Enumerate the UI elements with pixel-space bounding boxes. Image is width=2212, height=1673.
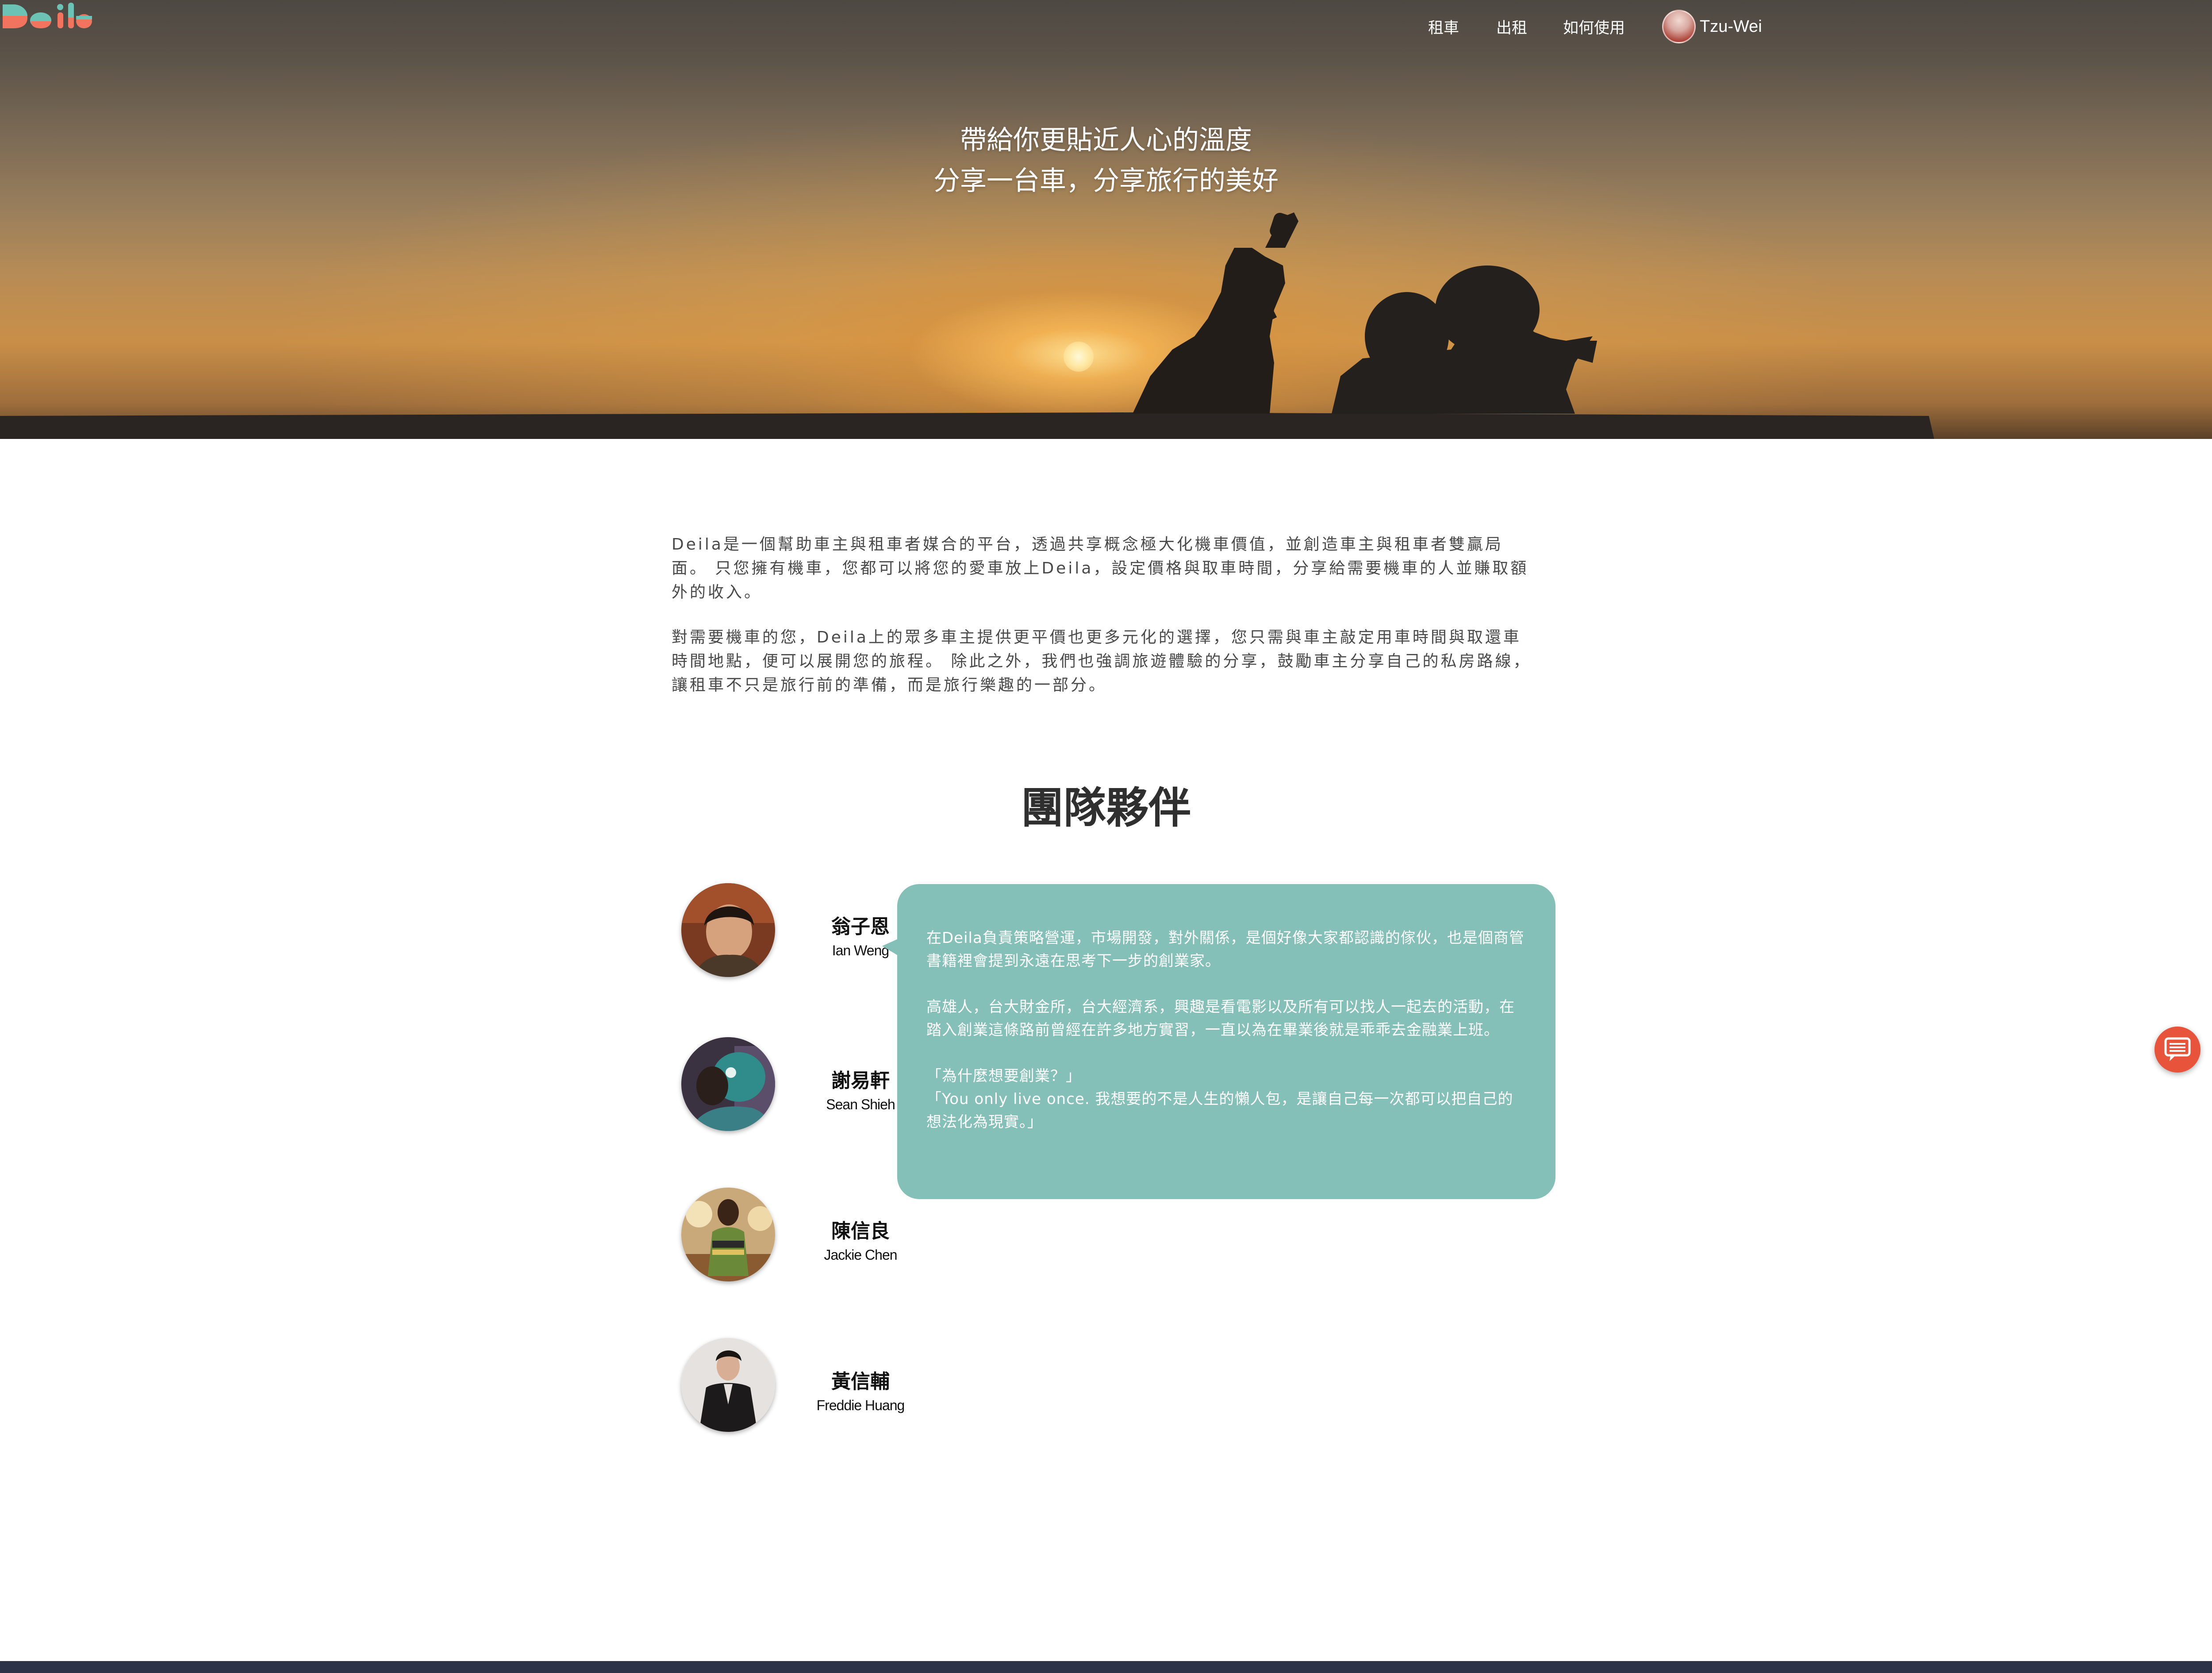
member-photo: [681, 1338, 775, 1432]
member-name-en: Sean Shieh: [826, 1096, 895, 1112]
hero-banner: 租車 出租 如何使用 Tzu-Wei 帶給你更貼近人心的溫度 分享一台車，分享旅…: [0, 0, 2212, 439]
chat-icon: [2164, 1037, 2191, 1061]
avatar[interactable]: [1662, 10, 1696, 43]
intro-paragraph-2: 對需要機車的您，Deila上的眾多車主提供更平價也更多元化的選擇，您只需與車主敲…: [672, 628, 1532, 694]
member-name-zh: 陳信良: [831, 1220, 890, 1242]
member-name-en: Freddie Huang: [816, 1397, 905, 1413]
bubble-tail: [882, 938, 900, 957]
member-photo: [681, 883, 775, 977]
user-name[interactable]: Tzu-Wei: [1700, 15, 1762, 38]
bio-paragraph-1: 在Deila負責策略營運，市場開發，對外關係，是個好像大家都認識的傢伙，也是個商…: [926, 929, 1525, 970]
member-name-en: Jackie Chen: [824, 1247, 897, 1263]
member-photo: [681, 1037, 775, 1131]
nav-lend[interactable]: 出租: [1496, 17, 1527, 40]
nav-how-to-use[interactable]: 如何使用: [1563, 17, 1625, 40]
hero-headline-line2: 分享一台車，分享旅行的美好: [933, 165, 1279, 196]
bio-paragraph-2: 高雄人，台大財金所，台大經濟系，興趣是看電影以及所有可以找人一起去的活動，在踏入…: [926, 998, 1515, 1039]
team-member[interactable]: 謝易軒 Sean Shieh: [681, 1037, 895, 1139]
bio-quote-answer: 「You only live once. 我想要的不是人生的懶人包，是讓自己每一…: [926, 1090, 1513, 1131]
footer-bar: [0, 1661, 2212, 1673]
hero-headline-line1: 帶給你更貼近人心的溫度: [960, 125, 1252, 156]
member-photo: [681, 1188, 775, 1281]
bio-quote-question: 「為什麼想要創業？」: [926, 1067, 1081, 1085]
hero-silhouette: [0, 212, 1934, 439]
team-member[interactable]: 翁子恩 Ian Weng: [681, 883, 890, 985]
team-member[interactable]: 陳信良 Jackie Chen: [681, 1188, 898, 1289]
member-name-zh: 黃信輔: [831, 1370, 890, 1393]
chat-button[interactable]: [2154, 1027, 2200, 1073]
deila-logo[interactable]: [0, 0, 93, 30]
nav-rent[interactable]: 租車: [1428, 17, 1459, 40]
intro-paragraph-1: Deila是一個幫助車主與租車者媒合的平台，透過共享概念極大化機車價值，並創造車…: [672, 535, 1529, 601]
member-bio-bubble: 在Deila負責策略營運，市場開發，對外關係，是個好像大家都認識的傢伙，也是個商…: [882, 884, 1555, 1199]
team-member[interactable]: 黃信輔 Freddie Huang: [681, 1338, 905, 1440]
team-title: 團隊夥伴: [1021, 783, 1191, 833]
